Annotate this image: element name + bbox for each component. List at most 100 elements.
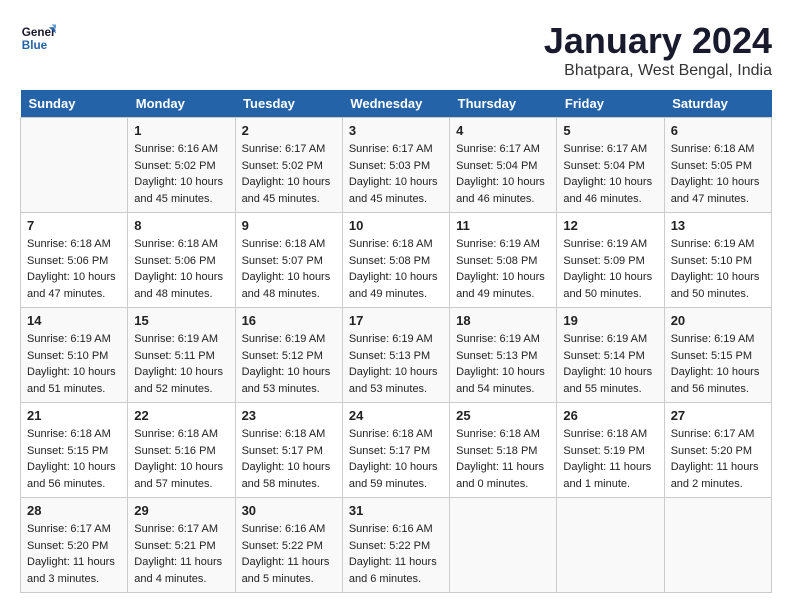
day-number: 14	[27, 313, 121, 328]
page-header: General Blue January 2024 Bhatpara, West…	[20, 20, 772, 80]
logo: General Blue	[20, 20, 56, 56]
day-number: 9	[242, 218, 336, 233]
day-number: 5	[563, 123, 657, 138]
day-info: Sunrise: 6:16 AMSunset: 5:02 PMDaylight:…	[134, 141, 228, 207]
calendar-cell: 2 Sunrise: 6:17 AMSunset: 5:02 PMDaylight…	[235, 118, 342, 213]
day-info: Sunrise: 6:17 AMSunset: 5:20 PMDaylight:…	[27, 521, 121, 587]
day-number: 31	[349, 503, 443, 518]
day-number: 18	[456, 313, 550, 328]
day-number: 2	[242, 123, 336, 138]
calendar-table: SundayMondayTuesdayWednesdayThursdayFrid…	[20, 90, 772, 593]
calendar-cell: 21 Sunrise: 6:18 AMSunset: 5:15 PMDayligh…	[21, 403, 128, 498]
day-number: 27	[671, 408, 765, 423]
day-number: 17	[349, 313, 443, 328]
day-info: Sunrise: 6:19 AMSunset: 5:10 PMDaylight:…	[671, 236, 765, 302]
week-row-5: 28 Sunrise: 6:17 AMSunset: 5:20 PMDayligh…	[21, 498, 772, 593]
calendar-cell: 9 Sunrise: 6:18 AMSunset: 5:07 PMDaylight…	[235, 213, 342, 308]
day-number: 6	[671, 123, 765, 138]
calendar-cell: 13 Sunrise: 6:19 AMSunset: 5:10 PMDayligh…	[664, 213, 771, 308]
day-info: Sunrise: 6:18 AMSunset: 5:18 PMDaylight:…	[456, 426, 550, 492]
calendar-cell: 25 Sunrise: 6:18 AMSunset: 5:18 PMDayligh…	[450, 403, 557, 498]
day-info: Sunrise: 6:18 AMSunset: 5:05 PMDaylight:…	[671, 141, 765, 207]
calendar-cell: 17Sunrise: 6:19 AMSunset: 5:13 PMDayligh…	[342, 308, 449, 403]
day-info: Sunrise: 6:19 AMSunset: 5:15 PMDaylight:…	[671, 331, 765, 397]
day-info: Sunrise: 6:18 AMSunset: 5:17 PMDaylight:…	[349, 426, 443, 492]
day-info: Sunrise: 6:17 AMSunset: 5:04 PMDaylight:…	[456, 141, 550, 207]
calendar-cell: 12Sunrise: 6:19 AMSunset: 5:09 PMDayligh…	[557, 213, 664, 308]
week-row-1: 1 Sunrise: 6:16 AMSunset: 5:02 PMDaylight…	[21, 118, 772, 213]
day-info: Sunrise: 6:19 AMSunset: 5:12 PMDaylight:…	[242, 331, 336, 397]
calendar-cell: 4 Sunrise: 6:17 AMSunset: 5:04 PMDaylight…	[450, 118, 557, 213]
day-info: Sunrise: 6:18 AMSunset: 5:19 PMDaylight:…	[563, 426, 657, 492]
col-header-tuesday: Tuesday	[235, 90, 342, 118]
col-header-saturday: Saturday	[664, 90, 771, 118]
day-number: 4	[456, 123, 550, 138]
day-number: 19	[563, 313, 657, 328]
calendar-cell: 18 Sunrise: 6:19 AMSunset: 5:13 PMDayligh…	[450, 308, 557, 403]
calendar-cell: 6 Sunrise: 6:18 AMSunset: 5:05 PMDaylight…	[664, 118, 771, 213]
calendar-cell: 5 Sunrise: 6:17 AMSunset: 5:04 PMDaylight…	[557, 118, 664, 213]
day-number: 25	[456, 408, 550, 423]
day-number: 23	[242, 408, 336, 423]
day-info: Sunrise: 6:18 AMSunset: 5:07 PMDaylight:…	[242, 236, 336, 302]
location: Bhatpara, West Bengal, India	[544, 62, 772, 80]
calendar-cell: 1 Sunrise: 6:16 AMSunset: 5:02 PMDaylight…	[128, 118, 235, 213]
calendar-cell	[664, 498, 771, 593]
title-block: January 2024 Bhatpara, West Bengal, Indi…	[544, 20, 772, 80]
header-row: SundayMondayTuesdayWednesdayThursdayFrid…	[21, 90, 772, 118]
col-header-monday: Monday	[128, 90, 235, 118]
calendar-cell: 3Sunrise: 6:17 AMSunset: 5:03 PMDaylight…	[342, 118, 449, 213]
calendar-cell: 8Sunrise: 6:18 AMSunset: 5:06 PMDaylight…	[128, 213, 235, 308]
day-number: 20	[671, 313, 765, 328]
day-info: Sunrise: 6:16 AMSunset: 5:22 PMDaylight:…	[242, 521, 336, 587]
day-info: Sunrise: 6:19 AMSunset: 5:08 PMDaylight:…	[456, 236, 550, 302]
day-number: 12	[563, 218, 657, 233]
day-info: Sunrise: 6:17 AMSunset: 5:02 PMDaylight:…	[242, 141, 336, 207]
day-info: Sunrise: 6:18 AMSunset: 5:08 PMDaylight:…	[349, 236, 443, 302]
calendar-cell: 16 Sunrise: 6:19 AMSunset: 5:12 PMDayligh…	[235, 308, 342, 403]
day-info: Sunrise: 6:19 AMSunset: 5:13 PMDaylight:…	[456, 331, 550, 397]
week-row-3: 14 Sunrise: 6:19 AMSunset: 5:10 PMDayligh…	[21, 308, 772, 403]
calendar-cell: 24 Sunrise: 6:18 AMSunset: 5:17 PMDayligh…	[342, 403, 449, 498]
day-number: 21	[27, 408, 121, 423]
day-info: Sunrise: 6:19 AMSunset: 5:14 PMDaylight:…	[563, 331, 657, 397]
day-number: 3	[349, 123, 443, 138]
calendar-cell: 11 Sunrise: 6:19 AMSunset: 5:08 PMDayligh…	[450, 213, 557, 308]
day-number: 28	[27, 503, 121, 518]
svg-text:Blue: Blue	[22, 39, 48, 52]
col-header-wednesday: Wednesday	[342, 90, 449, 118]
logo-icon: General Blue	[20, 20, 56, 56]
calendar-cell	[21, 118, 128, 213]
day-number: 16	[242, 313, 336, 328]
day-info: Sunrise: 6:18 AMSunset: 5:15 PMDaylight:…	[27, 426, 121, 492]
day-number: 10	[349, 218, 443, 233]
calendar-cell: 7 Sunrise: 6:18 AMSunset: 5:06 PMDaylight…	[21, 213, 128, 308]
week-row-2: 7 Sunrise: 6:18 AMSunset: 5:06 PMDaylight…	[21, 213, 772, 308]
day-number: 30	[242, 503, 336, 518]
calendar-cell	[557, 498, 664, 593]
col-header-friday: Friday	[557, 90, 664, 118]
day-number: 24	[349, 408, 443, 423]
calendar-cell: 15Sunrise: 6:19 AMSunset: 5:11 PMDayligh…	[128, 308, 235, 403]
day-info: Sunrise: 6:17 AMSunset: 5:04 PMDaylight:…	[563, 141, 657, 207]
day-number: 1	[134, 123, 228, 138]
calendar-cell: 30 Sunrise: 6:16 AMSunset: 5:22 PMDayligh…	[235, 498, 342, 593]
calendar-cell: 22Sunrise: 6:18 AMSunset: 5:16 PMDayligh…	[128, 403, 235, 498]
day-number: 8	[134, 218, 228, 233]
day-info: Sunrise: 6:17 AMSunset: 5:20 PMDaylight:…	[671, 426, 765, 492]
calendar-cell	[450, 498, 557, 593]
day-number: 15	[134, 313, 228, 328]
day-info: Sunrise: 6:19 AMSunset: 5:10 PMDaylight:…	[27, 331, 121, 397]
day-number: 7	[27, 218, 121, 233]
calendar-cell: 27 Sunrise: 6:17 AMSunset: 5:20 PMDayligh…	[664, 403, 771, 498]
calendar-cell: 23Sunrise: 6:18 AMSunset: 5:17 PMDayligh…	[235, 403, 342, 498]
day-info: Sunrise: 6:18 AMSunset: 5:16 PMDaylight:…	[134, 426, 228, 492]
day-number: 11	[456, 218, 550, 233]
calendar-cell: 26Sunrise: 6:18 AMSunset: 5:19 PMDayligh…	[557, 403, 664, 498]
col-header-sunday: Sunday	[21, 90, 128, 118]
week-row-4: 21 Sunrise: 6:18 AMSunset: 5:15 PMDayligh…	[21, 403, 772, 498]
col-header-thursday: Thursday	[450, 90, 557, 118]
day-number: 13	[671, 218, 765, 233]
day-info: Sunrise: 6:18 AMSunset: 5:06 PMDaylight:…	[27, 236, 121, 302]
day-info: Sunrise: 6:16 AMSunset: 5:22 PMDaylight:…	[349, 521, 443, 587]
